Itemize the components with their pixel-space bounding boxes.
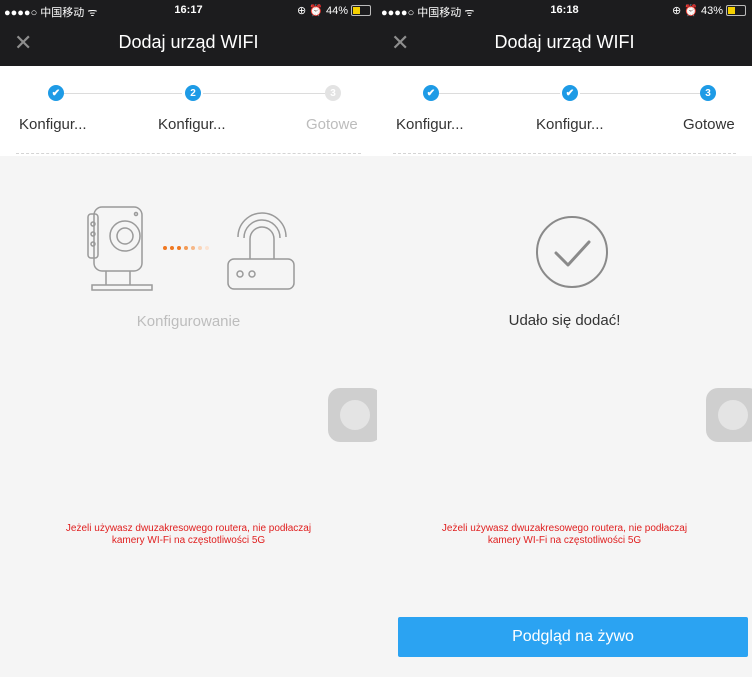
live-view-button[interactable]: Podgląd na żywo [398, 617, 748, 657]
status-bar: ●●●●○ 中国移动 ᯤ 16:17 ⊕ ⏰ 44% [0, 0, 377, 21]
step-3-label: Gotowe [306, 116, 358, 133]
step-indicator: ✔ 2 3 Konfigur... Konfigur... Gotowe [0, 66, 377, 156]
step-1-label: Konfigur... [19, 116, 87, 133]
right-screen: ●●●●○ 中国移动 ᯤ 16:18 ⊕ ⏰ 43% ✕ Dodaj urząd… [377, 0, 752, 677]
step-1-check-icon: ✔ [48, 85, 64, 101]
step-indicator: ✔ ✔ 3 Konfigur... Konfigur... Gotowe [377, 66, 752, 156]
step-2-check-icon: ✔ [562, 85, 578, 101]
page-title: Dodaj urząd WIFI [118, 32, 259, 52]
step-3-number: 3 [325, 85, 341, 101]
configuring-status: Konfigurowanie [136, 313, 241, 330]
camera-icon [87, 206, 153, 291]
floating-assistive-button[interactable] [706, 388, 752, 442]
router-icon [227, 212, 295, 290]
step-2-number: 2 [185, 85, 201, 101]
dual-band-warning: Jeżeli używasz dwuzakresowego routera, n… [0, 523, 377, 547]
step-connector [64, 93, 182, 94]
divider [393, 153, 736, 154]
dual-band-warning: Jeżeli używasz dwuzakresowego routera, n… [377, 523, 752, 547]
warning-line-2: kamery WI-Fi na częstotliwości 5G [111, 535, 266, 546]
step-1-check-icon: ✔ [423, 85, 439, 101]
battery-text: ⊕ ⏰ 44% [296, 5, 348, 17]
step-2-label: Konfigur... [536, 116, 604, 133]
success-message: Udało się dodać! [508, 312, 621, 329]
left-screen: ●●●●○ 中国移动 ᯤ 16:17 ⊕ ⏰ 44% ✕ Dodaj urząd… [0, 0, 377, 677]
battery-area: ⊕ ⏰ 44% [297, 4, 371, 17]
step-2-label: Konfigur... [158, 116, 226, 133]
step-1-label: Konfigur... [396, 116, 464, 133]
page-title: Dodaj urząd WIFI [494, 32, 635, 52]
warning-line-1: Jeżeli używasz dwuzakresowego routera, n… [441, 523, 688, 534]
success-check-icon [536, 216, 608, 288]
divider [16, 153, 361, 154]
step-3-number: 3 [700, 85, 716, 101]
battery-icon [351, 5, 371, 16]
connecting-dots [163, 246, 209, 250]
status-bar: ●●●●○ 中国移动 ᯤ 16:18 ⊕ ⏰ 43% [377, 0, 752, 21]
camera-router-illustration [87, 206, 295, 291]
nav-bar: ✕ Dodaj urząd WIFI [0, 21, 377, 66]
step-connector [439, 93, 560, 94]
warning-line-1: Jeżeli używasz dwuzakresowego routera, n… [65, 523, 312, 534]
nav-bar: ✕ Dodaj urząd WIFI [377, 21, 752, 66]
warning-line-2: kamery WI-Fi na częstotliwości 5G [487, 535, 642, 546]
step-connector [203, 93, 325, 94]
floating-assistive-button[interactable] [328, 388, 377, 442]
step-3-label: Gotowe [683, 116, 735, 133]
battery-icon [726, 5, 746, 16]
step-connector [580, 93, 700, 94]
battery-text: ⊕ ⏰ 43% [671, 5, 723, 17]
battery-area: ⊕ ⏰ 43% [672, 4, 746, 17]
